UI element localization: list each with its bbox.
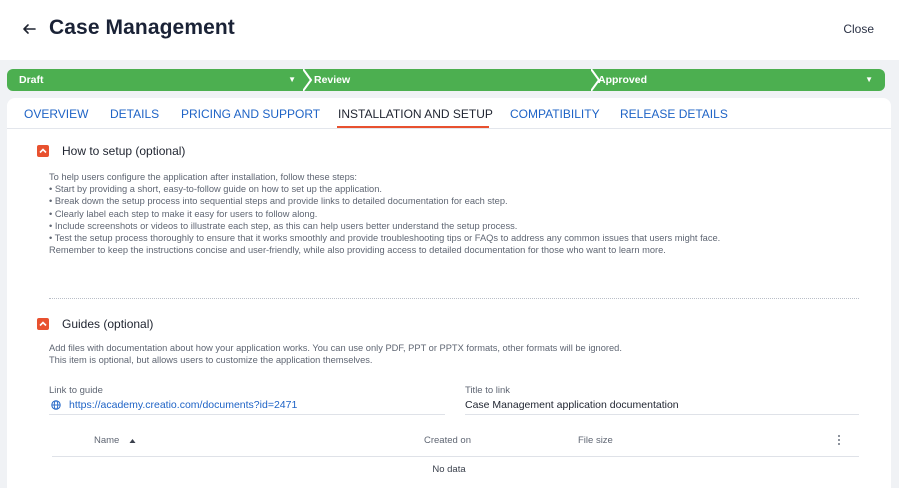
tab-bar: OVERVIEW DETAILS PRICING AND SUPPORT INS…: [7, 98, 891, 129]
stage-draft[interactable]: Draft ▼: [7, 69, 304, 91]
section-title-how-to-setup: How to setup (optional): [62, 144, 186, 158]
setup-description: To help users configure the application …: [49, 172, 721, 256]
guides-description: Add files with documentation about how y…: [49, 343, 622, 366]
back-arrow-icon[interactable]: [22, 18, 40, 40]
chevron-down-icon[interactable]: ▼: [865, 69, 873, 91]
content-card: OVERVIEW DETAILS PRICING AND SUPPORT INS…: [7, 98, 891, 488]
column-header-file-size[interactable]: File size: [578, 435, 613, 446]
close-button[interactable]: Close: [843, 22, 874, 36]
column-header-name[interactable]: Name: [94, 435, 119, 446]
link-to-guide-field[interactable]: https://academy.creatio.com/documents?id…: [69, 399, 297, 411]
tab-overview[interactable]: OVERVIEW: [24, 107, 88, 121]
stage-approved[interactable]: Approved ▼: [582, 69, 885, 91]
globe-icon: [51, 400, 61, 410]
section-title-guides: Guides (optional): [62, 317, 154, 331]
link-to-guide-label: Link to guide: [49, 385, 103, 396]
tab-compatibility[interactable]: COMPATIBILITY: [510, 107, 600, 121]
stage-bar: Draft ▼ Review Approved ▼: [7, 69, 891, 91]
collapse-chevron-up-icon[interactable]: [37, 318, 49, 330]
tab-installation-and-setup[interactable]: INSTALLATION AND SETUP: [338, 107, 493, 121]
title-to-link-field[interactable]: Case Management application documentatio…: [465, 399, 679, 411]
section-divider: [49, 298, 859, 299]
table-header-divider: [52, 456, 859, 457]
stage-label: Review: [314, 74, 351, 86]
field-underline: [465, 414, 859, 415]
tab-details[interactable]: DETAILS: [110, 107, 159, 121]
field-underline: [49, 414, 445, 415]
active-tab-indicator: [337, 126, 489, 128]
page-title: Case Management: [49, 16, 235, 39]
stage-separator-icon: [591, 69, 601, 91]
tab-release-details[interactable]: RELEASE DETAILS: [620, 107, 728, 121]
collapse-chevron-up-icon[interactable]: [37, 145, 49, 157]
tab-pricing-and-support[interactable]: PRICING AND SUPPORT: [181, 107, 320, 121]
stage-review[interactable]: Review: [298, 69, 588, 91]
stage-label: Draft: [19, 74, 44, 86]
more-options-icon[interactable]: [836, 435, 842, 447]
sort-ascending-icon[interactable]: [129, 438, 136, 444]
empty-table-message: No data: [432, 464, 466, 475]
page-header: Case Management Close: [0, 0, 899, 60]
chevron-down-icon[interactable]: ▼: [288, 69, 296, 91]
column-header-created-on[interactable]: Created on: [424, 435, 471, 446]
stage-separator-icon: [303, 69, 313, 91]
title-to-link-label: Title to link: [465, 385, 511, 396]
stage-label: Approved: [598, 74, 648, 86]
